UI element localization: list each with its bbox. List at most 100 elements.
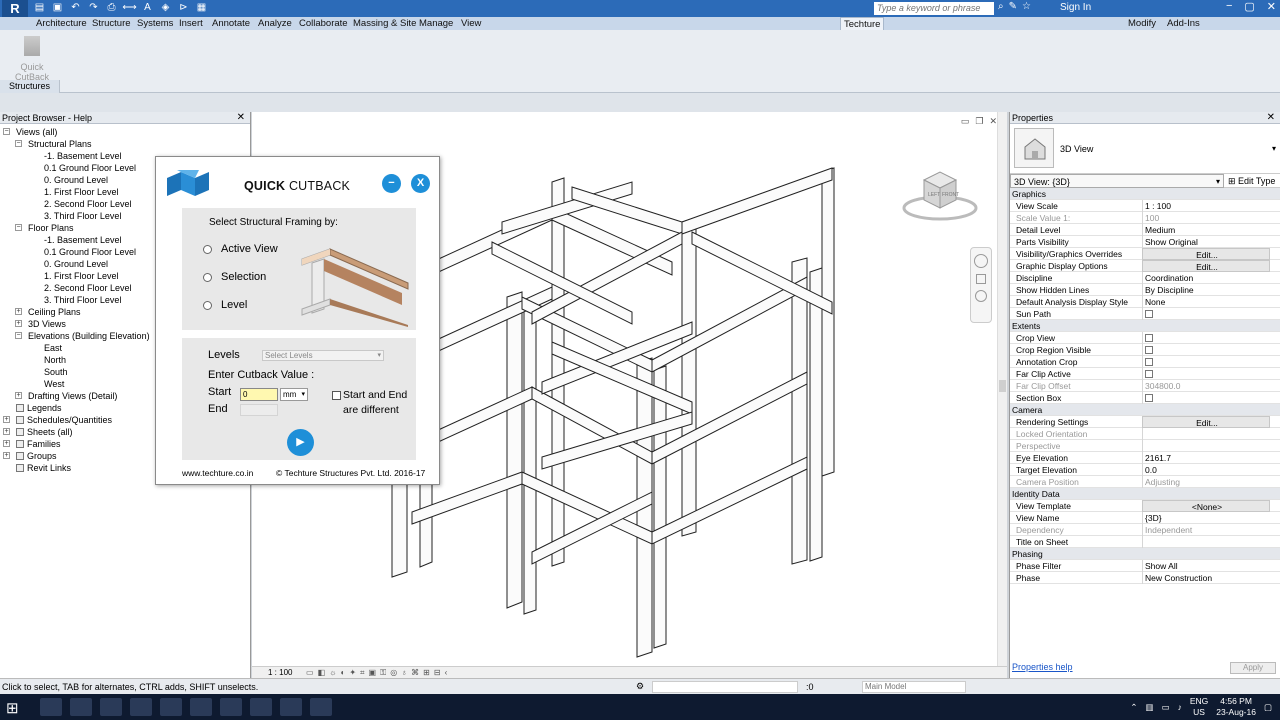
constraints-icon[interactable]: ⊟ bbox=[434, 668, 441, 678]
zoom-icon[interactable] bbox=[975, 290, 987, 302]
open-icon[interactable]: ▤ bbox=[32, 1, 47, 15]
unit-dropdown[interactable]: mm ▾ bbox=[280, 388, 308, 401]
taskbar-app-icon[interactable] bbox=[310, 698, 332, 716]
property-row[interactable]: Title on Sheet bbox=[1010, 536, 1280, 548]
crop-visible-icon[interactable]: ▣ bbox=[369, 668, 377, 678]
property-row[interactable]: Section Box bbox=[1010, 392, 1280, 404]
property-checkbox[interactable] bbox=[1145, 370, 1153, 378]
end-input[interactable] bbox=[240, 404, 278, 416]
close-hidden-icon[interactable]: ▦ bbox=[194, 1, 209, 15]
notifications-icon[interactable]: ▢ bbox=[1264, 702, 1272, 713]
instance-dropdown[interactable]: 3D View: {3D} ▾ bbox=[1010, 174, 1224, 188]
property-row[interactable]: Perspective bbox=[1010, 440, 1280, 452]
clock[interactable]: 4:56 PM 23-Aug-16 bbox=[1216, 696, 1256, 718]
property-checkbox[interactable] bbox=[1145, 334, 1153, 342]
property-row[interactable]: Default Analysis Display Style None bbox=[1010, 296, 1280, 308]
reveal-icon[interactable]: ♁ bbox=[401, 668, 407, 678]
property-value[interactable]: {3D} bbox=[1142, 512, 1270, 524]
property-value[interactable]: Coordination bbox=[1142, 272, 1270, 284]
property-value[interactable] bbox=[1142, 344, 1270, 356]
view-scale[interactable]: 1 : 100 bbox=[268, 667, 292, 678]
property-row[interactable]: Far Clip Active bbox=[1010, 368, 1280, 380]
property-group[interactable]: Graphics bbox=[1010, 188, 1280, 200]
option-active-view[interactable]: Active View bbox=[203, 242, 278, 256]
radio-icon[interactable] bbox=[203, 272, 212, 282]
property-row[interactable]: Target Elevation 0.0 bbox=[1010, 464, 1280, 476]
taskbar-app-icon[interactable] bbox=[160, 698, 182, 716]
close-icon[interactable]: ✕ bbox=[237, 112, 245, 124]
expand-icon[interactable]: + bbox=[15, 320, 22, 327]
property-row[interactable]: Camera Position Adjusting bbox=[1010, 476, 1280, 488]
expand-icon[interactable]: + bbox=[15, 308, 22, 315]
property-group[interactable]: Extents bbox=[1010, 320, 1280, 332]
network-icon[interactable]: ▥ bbox=[1146, 702, 1154, 713]
taskbar-app-icon[interactable] bbox=[70, 698, 92, 716]
website-link[interactable]: www.techture.co.in bbox=[182, 468, 253, 478]
property-row[interactable]: Graphic Display Options Edit... bbox=[1010, 260, 1280, 272]
property-value[interactable]: Adjusting bbox=[1142, 476, 1270, 488]
taskbar-app-icon[interactable] bbox=[220, 698, 242, 716]
property-value[interactable]: 0.0 bbox=[1142, 464, 1270, 476]
tab-add-ins[interactable]: Add-Ins bbox=[1167, 17, 1200, 30]
tab-modify[interactable]: Modify bbox=[1128, 17, 1156, 30]
minimize-icon[interactable]: − bbox=[1226, 0, 1232, 13]
property-value[interactable] bbox=[1142, 332, 1270, 344]
close-icon[interactable]: ✕ bbox=[1267, 112, 1275, 124]
hide-icon[interactable]: ◎ bbox=[390, 668, 397, 678]
3d-view-icon[interactable]: ◈ bbox=[158, 1, 173, 15]
property-edit-button[interactable]: Edit... bbox=[1142, 416, 1270, 428]
property-row[interactable]: Discipline Coordination bbox=[1010, 272, 1280, 284]
property-row[interactable]: Eye Elevation 2161.7 bbox=[1010, 452, 1280, 464]
property-checkbox[interactable] bbox=[1145, 358, 1153, 366]
option-selection[interactable]: Selection bbox=[203, 270, 266, 284]
collapse-icon[interactable]: − bbox=[3, 128, 10, 135]
property-edit-button[interactable]: Edit... bbox=[1142, 248, 1270, 260]
property-edit-button[interactable]: <None> bbox=[1142, 500, 1270, 512]
expand-icon[interactable]: + bbox=[3, 428, 10, 435]
redo-icon[interactable]: ↷ bbox=[86, 1, 101, 15]
collapse-icon[interactable]: − bbox=[15, 140, 22, 147]
scroll-left-icon[interactable]: ‹ bbox=[445, 668, 448, 678]
visual-style-icon[interactable]: ◧ bbox=[318, 668, 326, 678]
sun-path-icon[interactable]: ☼ bbox=[329, 668, 336, 678]
collapse-icon[interactable]: − bbox=[15, 332, 22, 339]
property-checkbox[interactable] bbox=[1145, 310, 1153, 318]
property-value[interactable] bbox=[1142, 392, 1270, 404]
property-value[interactable]: Show All bbox=[1142, 560, 1270, 572]
property-edit-button[interactable]: Edit... bbox=[1142, 260, 1270, 272]
volume-icon[interactable]: ♪ bbox=[1178, 702, 1182, 712]
tab-techture[interactable]: Techture bbox=[840, 17, 885, 30]
pan-icon[interactable] bbox=[976, 274, 986, 284]
taskbar-app-icon[interactable] bbox=[190, 698, 212, 716]
crop-icon[interactable]: ⌗ bbox=[360, 668, 365, 678]
property-row[interactable]: View Template <None> bbox=[1010, 500, 1280, 512]
scrollbar-thumb[interactable] bbox=[999, 380, 1006, 392]
highlight-icon[interactable]: ⊞ bbox=[423, 668, 430, 678]
print-icon[interactable]: ⎙ bbox=[104, 1, 119, 15]
property-row[interactable]: Show Hidden Lines By Discipline bbox=[1010, 284, 1280, 296]
properties-help-link[interactable]: Properties help bbox=[1012, 662, 1073, 672]
property-value[interactable]: By Discipline bbox=[1142, 284, 1270, 296]
worksets-icon[interactable]: ⚙ bbox=[636, 681, 644, 692]
battery-icon[interactable]: ▭ bbox=[1162, 702, 1170, 713]
property-row[interactable]: Scale Value 1: 100 bbox=[1010, 212, 1280, 224]
property-value[interactable] bbox=[1142, 356, 1270, 368]
property-value[interactable]: 1 : 100 bbox=[1142, 200, 1270, 212]
subscription-icon[interactable]: ✎ bbox=[1009, 1, 1017, 12]
navigation-bar[interactable] bbox=[970, 247, 992, 323]
property-row[interactable]: Parts Visibility Show Original bbox=[1010, 236, 1280, 248]
property-row[interactable]: Annotation Crop bbox=[1010, 356, 1280, 368]
windows-start-icon[interactable]: ⊞ bbox=[6, 699, 19, 717]
property-value[interactable]: None bbox=[1142, 296, 1270, 308]
levels-dropdown[interactable]: Select Levels ▾ bbox=[262, 350, 384, 361]
property-row[interactable]: Visibility/Graphics Overrides Edit... bbox=[1010, 248, 1280, 260]
property-value[interactable]: 100 bbox=[1142, 212, 1270, 224]
undo-icon[interactable]: ↶ bbox=[68, 1, 83, 15]
close-button[interactable]: X bbox=[411, 174, 430, 193]
tab-analyze[interactable]: Analyze bbox=[258, 17, 292, 30]
measure-icon[interactable]: ⟷ bbox=[122, 1, 137, 15]
workset-dropdown[interactable] bbox=[652, 681, 798, 693]
property-row[interactable]: Crop Region Visible bbox=[1010, 344, 1280, 356]
quick-cutback-tool[interactable]: Quick CutBack bbox=[4, 34, 60, 82]
different-checkbox[interactable] bbox=[332, 391, 341, 400]
